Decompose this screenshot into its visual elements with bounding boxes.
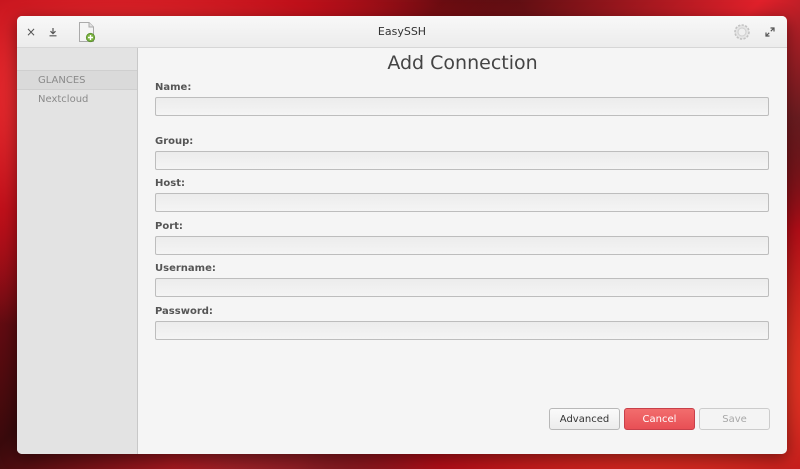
gear-icon bbox=[734, 24, 750, 40]
page-title: Add Connection bbox=[387, 52, 538, 74]
username-field[interactable] bbox=[155, 278, 769, 297]
port-field[interactable] bbox=[155, 236, 769, 255]
new-connection-button[interactable] bbox=[75, 20, 99, 44]
download-button[interactable] bbox=[42, 21, 64, 43]
cancel-button[interactable]: Cancel bbox=[624, 408, 695, 430]
maximize-button[interactable] bbox=[759, 21, 781, 43]
settings-button[interactable] bbox=[731, 21, 753, 43]
new-document-icon bbox=[79, 22, 96, 43]
sidebar-item-nextcloud[interactable]: Nextcloud bbox=[17, 90, 137, 110]
close-icon: × bbox=[25, 25, 37, 39]
name-field[interactable] bbox=[155, 97, 769, 116]
titlebar: × EasySSH bbox=[17, 16, 787, 48]
download-icon bbox=[49, 28, 57, 37]
password-label: Password: bbox=[155, 306, 213, 317]
advanced-button[interactable]: Advanced bbox=[549, 408, 620, 430]
group-field[interactable] bbox=[155, 151, 769, 170]
username-label: Username: bbox=[155, 263, 216, 274]
app-window: × EasySSH GLANCES Nextcloud Add Connecti… bbox=[17, 16, 787, 454]
group-label: Group: bbox=[155, 136, 194, 147]
name-label: Name: bbox=[155, 82, 192, 93]
host-label: Host: bbox=[155, 178, 185, 189]
add-connection-form: Add Connection Name: Group: Host: Port: … bbox=[138, 48, 787, 454]
maximize-icon bbox=[765, 27, 775, 37]
sidebar: GLANCES Nextcloud bbox=[17, 48, 138, 454]
host-field[interactable] bbox=[155, 193, 769, 212]
close-button[interactable]: × bbox=[20, 21, 42, 43]
password-field[interactable] bbox=[155, 321, 769, 340]
sidebar-item-glances[interactable]: GLANCES bbox=[17, 70, 137, 90]
port-label: Port: bbox=[155, 221, 183, 232]
save-button[interactable]: Save bbox=[699, 408, 770, 430]
window-title: EasySSH bbox=[377, 25, 427, 38]
